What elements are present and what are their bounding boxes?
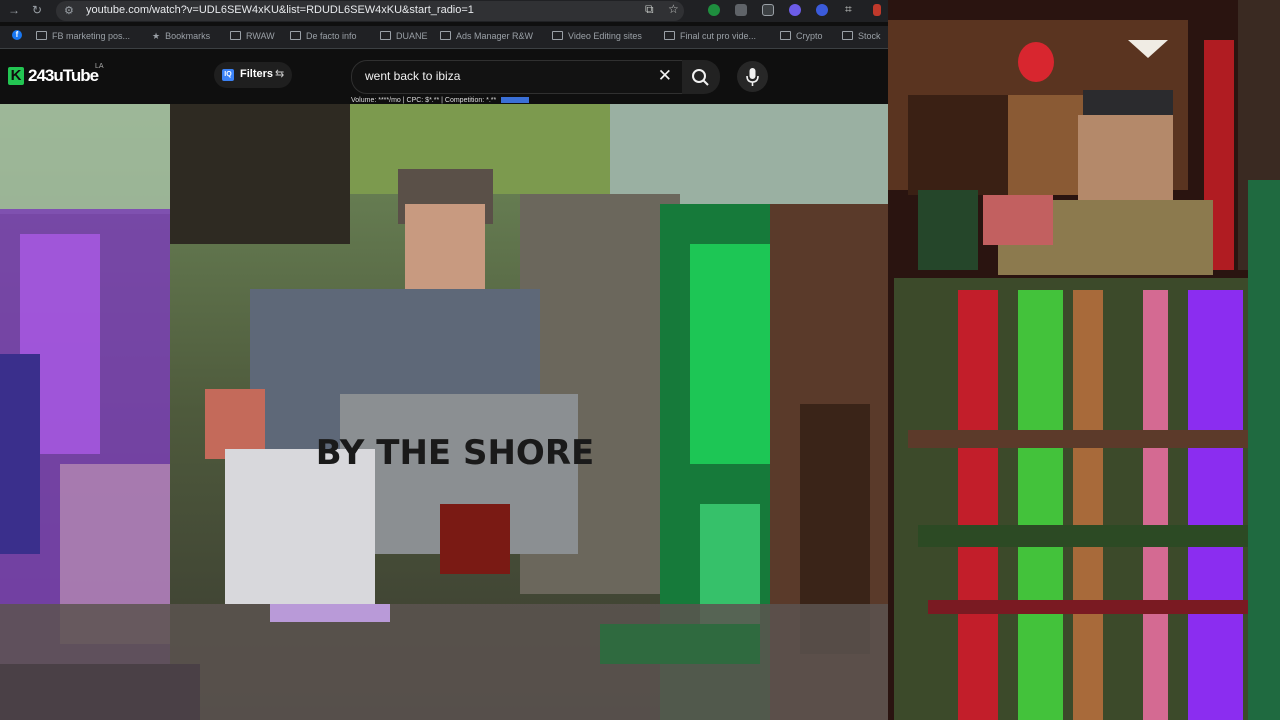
- url-text: youtube.com/watch?v=UDL6SEW4xKU&list=RDU…: [86, 4, 474, 16]
- video-player[interactable]: BY THE SHORE: [0, 104, 888, 720]
- bookmark-folder[interactable]: ★ Bookmarks: [152, 31, 210, 42]
- url-field[interactable]: ⚙ youtube.com/watch?v=UDL6SEW4xKU&list=R…: [56, 1, 684, 21]
- extensions-puzzle-icon[interactable]: ⌗: [845, 2, 852, 17]
- bookmark-label: De facto info: [306, 31, 357, 41]
- folder-icon: [552, 31, 563, 40]
- extension-icon[interactable]: [735, 4, 747, 16]
- bookmark-folder[interactable]: Final cut pro vide...: [664, 31, 756, 41]
- search-query: went back to ibiza: [365, 69, 461, 83]
- folder-icon: [664, 31, 675, 40]
- video-frame: BY THE SHORE: [0, 104, 888, 720]
- install-app-icon[interactable]: ⧉: [645, 2, 654, 17]
- extension-icon[interactable]: [789, 4, 801, 16]
- bookmark-label: RWAW: [246, 31, 275, 41]
- filters-button[interactable]: IQ Filters ⇆: [214, 62, 292, 88]
- clear-search-icon[interactable]: ✕: [658, 66, 672, 86]
- star-icon: ★: [152, 31, 161, 41]
- search-button[interactable]: [682, 60, 720, 94]
- bookmark-folder[interactable]: Crypto: [780, 31, 823, 41]
- bookmark-label: Ads Manager R&W: [456, 31, 534, 41]
- extension-icon[interactable]: [762, 4, 774, 16]
- address-bar: → ↻ ⚙ youtube.com/watch?v=UDL6SEW4xKU&li…: [0, 0, 888, 22]
- facebook-icon[interactable]: f: [12, 30, 22, 40]
- keyword-score-bar: [501, 97, 530, 103]
- bookmark-label: Crypto: [796, 31, 823, 41]
- webcam-frame: [888, 0, 1280, 720]
- extension-icon[interactable]: [816, 4, 828, 16]
- bookmark-label: DUANE: [396, 31, 428, 41]
- forward-arrow-icon[interactable]: →: [8, 3, 20, 17]
- folder-icon: [842, 31, 853, 40]
- keyword-stats: Volume: ****/mo | CPC: $*.** | Competiti…: [351, 97, 530, 104]
- bookmarks-bar: f FB marketing pos... ★ Bookmarks RWAW De…: [0, 26, 888, 49]
- sign-text: BY THE SHORE: [316, 433, 594, 473]
- bookmark-folder[interactable]: Video Editing sites: [552, 31, 642, 41]
- filters-label: Filters: [240, 68, 274, 80]
- bookmark-folder[interactable]: RWAW: [230, 31, 275, 41]
- webcam-overlay: [888, 0, 1280, 720]
- bookmark-label: Final cut pro vide...: [680, 31, 757, 41]
- folder-icon: [230, 31, 241, 40]
- voice-search-button[interactable]: [737, 61, 768, 92]
- search-icon: [692, 69, 709, 86]
- folder-icon: [380, 31, 391, 40]
- search-input[interactable]: went back to ibiza ✕: [351, 60, 683, 94]
- microphone-icon: [746, 68, 759, 86]
- folder-icon: [290, 31, 301, 40]
- extension-icon[interactable]: [873, 4, 881, 16]
- reload-icon[interactable]: ↻: [32, 3, 42, 17]
- logo-wordmark: 243uTube: [28, 66, 99, 85]
- folder-icon: [780, 31, 791, 40]
- keyword-stats-text: Volume: ****/mo | CPC: $*.** | Competiti…: [351, 97, 497, 104]
- bookmark-folder[interactable]: Stock: [842, 31, 881, 41]
- bookmark-folder[interactable]: Ads Manager R&W: [440, 31, 533, 41]
- grammarly-extension-icon[interactable]: [708, 4, 720, 16]
- youtube-header: K 243uTube LA IQ Filters ⇆ went back to …: [0, 52, 888, 104]
- bookmark-label: FB marketing pos...: [52, 31, 131, 41]
- folder-icon: [36, 31, 47, 40]
- browser-window: → ↻ ⚙ youtube.com/watch?v=UDL6SEW4xKU&li…: [0, 0, 888, 720]
- country-code: LA: [95, 63, 104, 70]
- bookmark-label: Video Editing sites: [568, 31, 642, 41]
- folder-icon: [440, 31, 451, 40]
- bookmark-folder[interactable]: De facto info: [290, 31, 357, 41]
- extension-badge: K: [8, 67, 24, 85]
- bookmark-folder[interactable]: DUANE: [380, 31, 428, 41]
- vidiq-icon: IQ: [222, 69, 234, 81]
- bookmark-label: Stock: [858, 31, 881, 41]
- bookmark-folder[interactable]: FB marketing pos...: [36, 31, 130, 41]
- sliders-icon: ⇆: [275, 68, 285, 80]
- site-settings-icon[interactable]: ⚙: [64, 4, 74, 17]
- bookmark-star-icon[interactable]: ☆: [668, 2, 679, 16]
- bookmark-label: Bookmarks: [165, 31, 211, 41]
